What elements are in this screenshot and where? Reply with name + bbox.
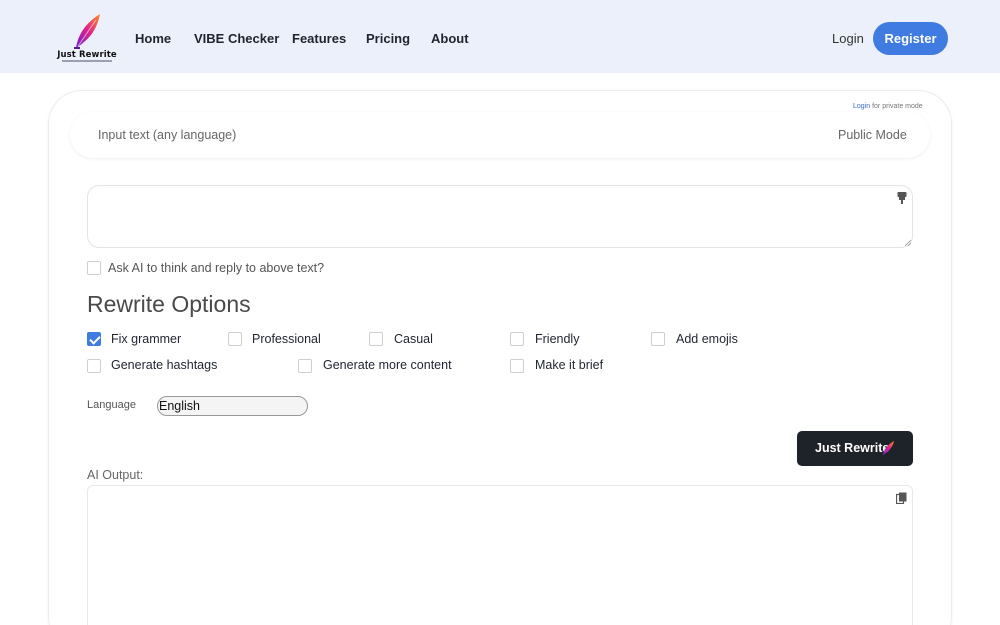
- ai-output-label: AI Output:: [87, 468, 144, 482]
- logo-tagline: [62, 60, 112, 62]
- add-emojis-label: Add emojis: [676, 332, 738, 346]
- nav-pricing[interactable]: Pricing: [366, 31, 410, 46]
- just-rewrite-label: Just Rewrite: [815, 441, 890, 455]
- fix-grammer-label: Fix grammer: [111, 332, 182, 346]
- resize-grip-icon[interactable]: [905, 240, 911, 246]
- professional-label: Professional: [252, 332, 321, 346]
- professional-checkbox[interactable]: [228, 332, 242, 346]
- language-label: Language: [87, 399, 136, 411]
- generate-more-content-label: Generate more content: [323, 358, 452, 372]
- casual-checkbox[interactable]: [369, 332, 383, 346]
- private-mode-suffix: for private mode: [870, 103, 923, 110]
- fix-grammer-checkbox[interactable]: [87, 332, 101, 346]
- rewrite-options-title: Rewrite Options: [87, 291, 251, 317]
- public-mode-toggle[interactable]: Public Mode: [838, 128, 907, 142]
- nav-features[interactable]: Features: [292, 31, 346, 46]
- just-rewrite-button[interactable]: Just Rewrite: [797, 431, 913, 466]
- feather-icon: [883, 441, 894, 455]
- pin-icon[interactable]: [897, 192, 907, 204]
- make-it-brief-checkbox[interactable]: [510, 359, 524, 373]
- logo-text: Just Rewrite: [57, 50, 117, 60]
- generate-hashtags-label: Generate hashtags: [111, 358, 218, 372]
- logo[interactable]: Just Rewrite: [54, 12, 120, 64]
- ask-ai-label: Ask AI to think and reply to above text?: [108, 261, 325, 275]
- add-emojis-checkbox[interactable]: [651, 332, 665, 346]
- nav-home[interactable]: Home: [135, 31, 171, 46]
- casual-label: Casual: [394, 332, 433, 346]
- input-textarea[interactable]: [87, 185, 913, 248]
- private-mode-note: Login for private mode: [853, 103, 923, 110]
- register-button[interactable]: Register: [873, 22, 948, 55]
- login-link[interactable]: Login: [832, 31, 864, 46]
- quill-logo-icon: [74, 14, 100, 49]
- ai-output-box[interactable]: [87, 485, 913, 625]
- generate-more-content-checkbox[interactable]: [298, 359, 312, 373]
- nav-vibe-checker[interactable]: VIBE Checker: [194, 31, 279, 46]
- top-navbar: Just Rewrite Home VIBE Checker Features …: [0, 0, 1000, 73]
- generate-hashtags-checkbox[interactable]: [87, 359, 101, 373]
- nav-about[interactable]: About: [431, 31, 469, 46]
- private-mode-login-link[interactable]: Login: [853, 103, 870, 110]
- ask-ai-checkbox[interactable]: [87, 261, 101, 275]
- make-it-brief-label: Make it brief: [535, 358, 604, 372]
- friendly-label: Friendly: [535, 332, 580, 346]
- language-select[interactable]: English: [157, 396, 308, 416]
- friendly-checkbox[interactable]: [510, 332, 524, 346]
- copy-icon[interactable]: [896, 492, 907, 504]
- input-label: Input text (any language): [98, 128, 237, 142]
